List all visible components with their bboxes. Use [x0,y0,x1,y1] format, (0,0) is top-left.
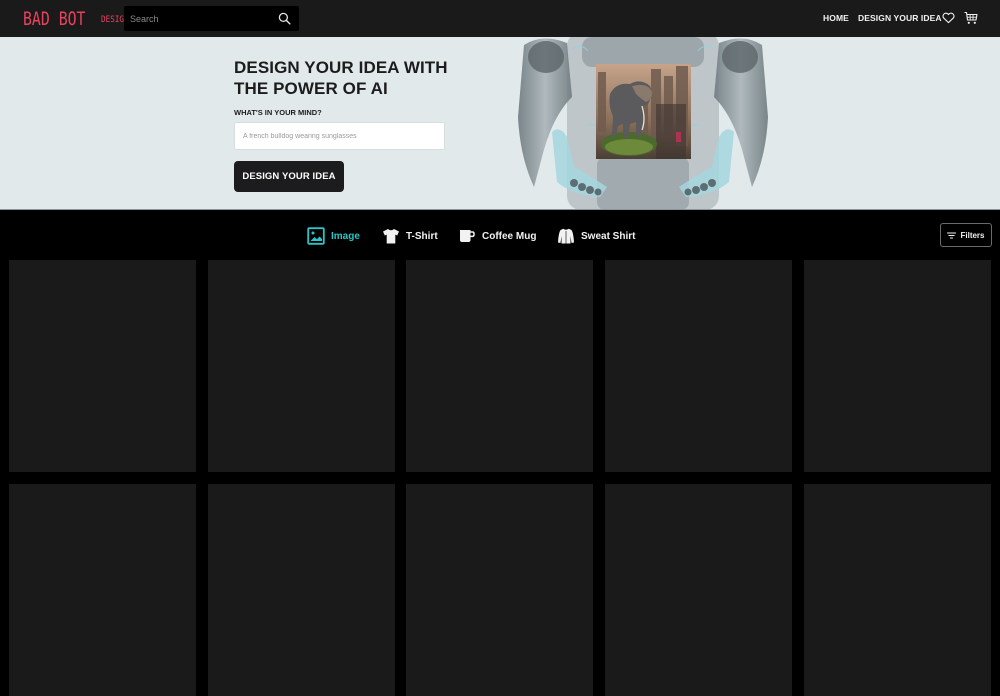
product-card-placeholder[interactable] [406,484,593,696]
mug-icon [458,227,476,245]
tshirt-icon [382,227,400,245]
nav-home-link[interactable]: HOME [823,13,849,23]
product-card-placeholder[interactable] [804,260,991,472]
product-card-placeholder[interactable] [804,484,991,696]
filters-button[interactable]: Filters [940,223,992,247]
hero-section: DESIGN YOUR IDEA WITH THE POWER OF AI WH… [0,37,1000,210]
tab-tshirt-label: T-Shirt [406,231,438,242]
tab-image[interactable]: Image [307,225,360,247]
tab-tshirt[interactable]: T-Shirt [382,225,438,247]
search-input[interactable] [124,6,274,31]
tab-coffee-mug[interactable]: Coffee Mug [458,225,536,247]
tab-sweat-shirt-label: Sweat Shirt [581,231,635,242]
heart-icon[interactable] [942,12,955,24]
filter-icon [947,232,956,239]
product-card-placeholder[interactable] [208,484,395,696]
filters-label: Filters [960,231,984,240]
design-your-idea-button[interactable]: DESIGN YOUR IDEA [234,161,344,192]
product-card-placeholder[interactable] [208,260,395,472]
product-card-placeholder[interactable] [605,260,792,472]
product-card-placeholder[interactable] [605,484,792,696]
idea-prompt-input[interactable] [234,122,445,150]
search-icon[interactable] [278,12,291,25]
image-icon [307,227,325,245]
logo-text: BAD BOT [23,10,76,29]
nav-design-your-idea-link[interactable]: DESIGN YOUR IDEA [858,13,942,23]
tab-image-label: Image [331,231,360,242]
product-card-placeholder[interactable] [9,260,196,472]
cart-icon[interactable] [964,11,978,25]
tab-sweat-shirt[interactable]: Sweat Shirt [557,225,635,247]
product-card-placeholder[interactable] [9,484,196,696]
product-card-placeholder[interactable] [406,260,593,472]
prompt-label: WHAT'S IN YOUR MIND? [234,108,322,117]
category-tabs: Image T-Shirt Coffee Mug Sweat Shirt [0,225,1000,247]
top-navbar: BAD BOT DESIGN HOME DESIGN YOUR IDEA [0,0,1000,37]
ai-preview-image [596,64,691,159]
hero-title: DESIGN YOUR IDEA WITH THE POWER OF AI [234,57,474,99]
brand-logo[interactable]: BAD BOT DESIGN [23,9,134,29]
sweatshirt-icon [557,227,575,245]
tab-coffee-mug-label: Coffee Mug [482,231,536,242]
search-box [124,6,299,31]
